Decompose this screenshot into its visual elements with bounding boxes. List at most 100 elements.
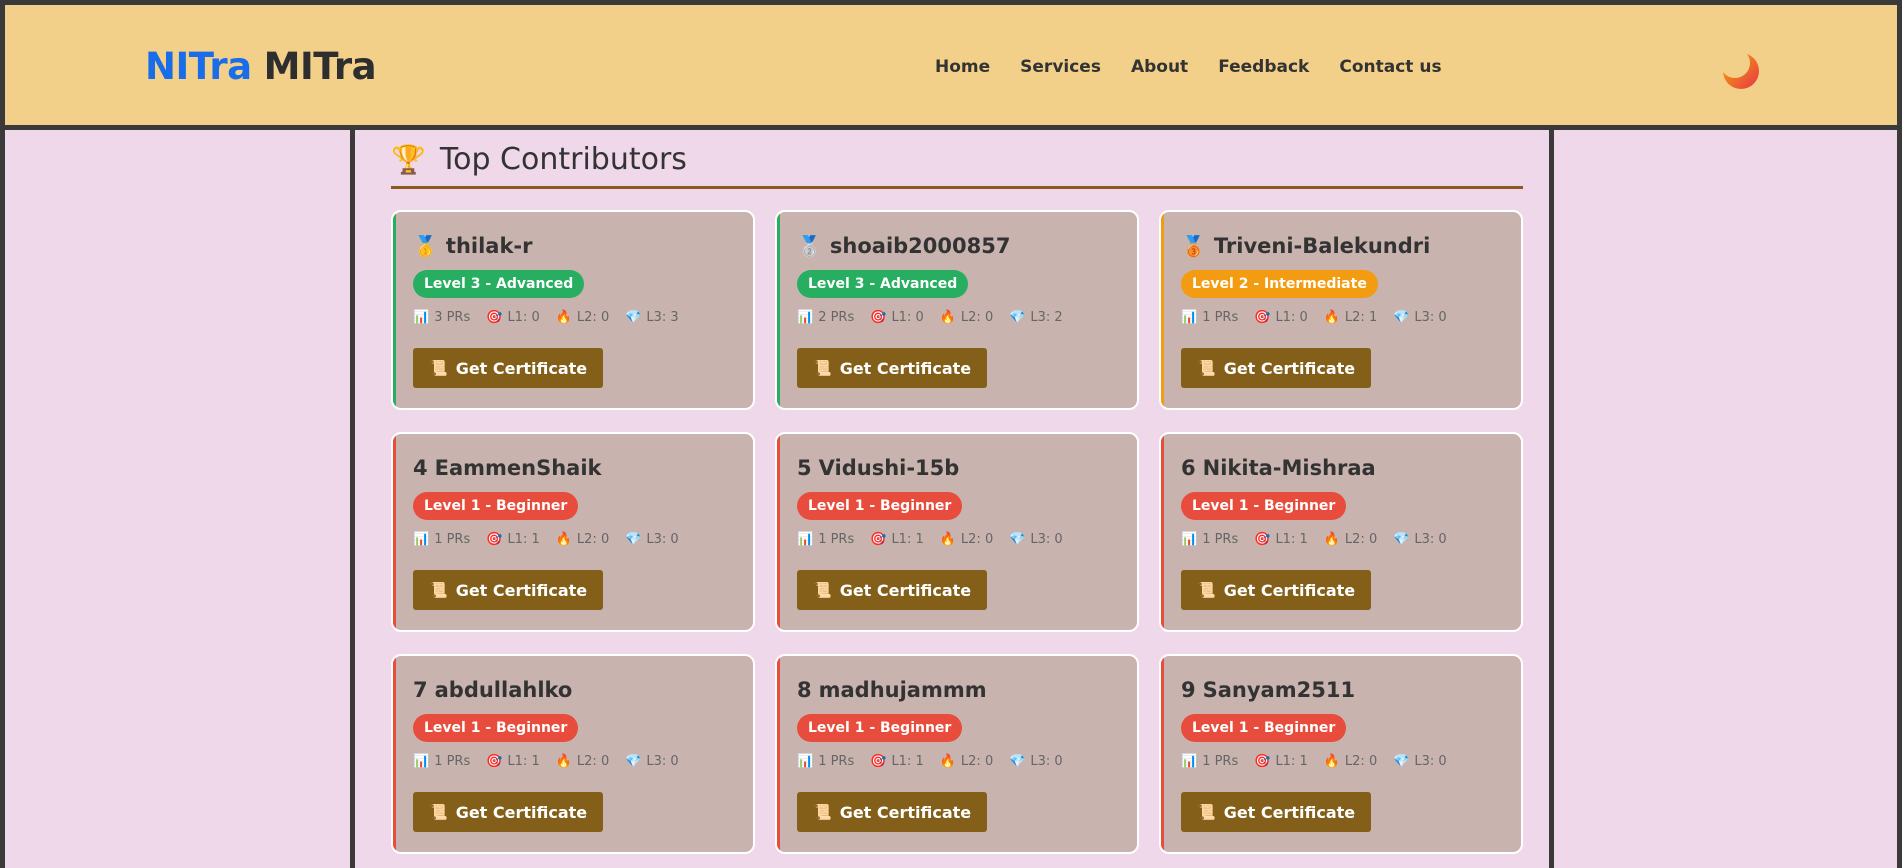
nav-contact[interactable]: Contact us (1339, 57, 1441, 77)
pr-count: 1 PRs (1202, 754, 1239, 769)
pr-count: 1 PRs (818, 532, 855, 547)
get-certificate-button[interactable]: 📜 Get Certificate (413, 792, 604, 832)
level2-count: L2: 1 (1344, 310, 1378, 325)
diamond-icon: 💎 (1393, 532, 1410, 547)
diamond-icon: 💎 (1009, 532, 1026, 547)
get-certificate-label: Get Certificate (839, 802, 972, 822)
fire-icon: 🔥 (555, 532, 572, 547)
dark-mode-toggle-icon[interactable] (1721, 51, 1761, 91)
level1-count: L1: 1 (891, 754, 924, 769)
diamond-icon: 💎 (1393, 310, 1410, 325)
fire-icon: 🔥 (1323, 532, 1340, 547)
contributor-name-row: 6 Nikita-Mishraa (1181, 454, 1501, 482)
get-certificate-button[interactable]: 📜 Get Certificate (413, 570, 604, 610)
bar-chart-icon: 📊 (413, 754, 430, 769)
level3-count: L3: 0 (1030, 754, 1063, 769)
level-badge: Level 3 - Advanced (797, 270, 969, 298)
contributor-rank: 7 (413, 678, 428, 702)
contributor-name-row: 🥇 thilak-r (413, 232, 733, 260)
get-certificate-button[interactable]: 📜 Get Certificate (797, 348, 988, 388)
diamond-icon: 💎 (625, 310, 642, 325)
fire-icon: 🔥 (1323, 310, 1340, 325)
level-badge: Level 1 - Beginner (413, 714, 579, 742)
certificate-icon: 📜 (429, 581, 448, 599)
fire-icon: 🔥 (939, 532, 956, 547)
level-badge: Level 1 - Beginner (1181, 714, 1347, 742)
level-badge: Level 3 - Advanced (413, 270, 585, 298)
contributor-stats: 📊 1 PRs 🎯 L1: 1 🔥 L2: 0 💎 L3: 0 (413, 532, 733, 547)
level2-count: L2: 0 (1344, 754, 1378, 769)
pr-count: 1 PRs (1202, 532, 1239, 547)
certificate-icon: 📜 (813, 359, 832, 377)
contributor-stats: 📊 2 PRs 🎯 L1: 0 🔥 L2: 0 💎 L3: 2 (797, 310, 1117, 325)
nav-home[interactable]: Home (935, 57, 990, 77)
target-icon: 🎯 (870, 754, 887, 769)
contributor-card: 8 madhujammm Level 1 - Beginner 📊 1 PRs 🎯 L1: … (775, 654, 1139, 854)
pr-count: 1 PRs (818, 754, 855, 769)
diamond-icon: 💎 (625, 532, 642, 547)
level2-count: L2: 0 (576, 310, 610, 325)
nav-about[interactable]: About (1131, 57, 1188, 77)
level1-count: L1: 1 (507, 532, 540, 547)
contributor-username: Nikita-Mishraa (1202, 456, 1376, 480)
target-icon: 🎯 (1254, 754, 1271, 769)
get-certificate-button[interactable]: 📜 Get Certificate (1181, 570, 1372, 610)
level1-count: L1: 0 (1275, 310, 1308, 325)
diamond-icon: 💎 (1009, 310, 1026, 325)
fire-icon: 🔥 (555, 310, 572, 325)
certificate-icon: 📜 (1197, 359, 1216, 377)
target-icon: 🎯 (1254, 532, 1271, 547)
main-nav: Home Services About Feedback Contact us (935, 57, 1472, 77)
level-badge: Level 1 - Beginner (797, 492, 963, 520)
section-title-text: Top Contributors (439, 142, 687, 177)
medal-icon: 🥉 (1181, 234, 1206, 258)
level3-count: L3: 3 (646, 310, 679, 325)
contributor-name-row: 4 EammenShaik (413, 454, 733, 482)
target-icon: 🎯 (870, 532, 887, 547)
nav-services[interactable]: Services (1020, 57, 1101, 77)
site-header: NITra MITra Home Services About Feedback … (0, 0, 1902, 130)
certificate-icon: 📜 (813, 581, 832, 599)
get-certificate-button[interactable]: 📜 Get Certificate (797, 570, 988, 610)
get-certificate-label: Get Certificate (455, 358, 588, 378)
fire-icon: 🔥 (1323, 754, 1340, 769)
level1-count: L1: 0 (507, 310, 540, 325)
level3-count: L3: 0 (646, 532, 679, 547)
medal-icon: 🥇 (413, 234, 438, 258)
contributor-rank: 4 (413, 456, 428, 480)
get-certificate-label: Get Certificate (1223, 802, 1356, 822)
get-certificate-label: Get Certificate (1223, 358, 1356, 378)
contributor-card: 9 Sanyam2511 Level 1 - Beginner 📊 1 PRs 🎯 L1: … (1159, 654, 1523, 854)
contributor-stats: 📊 1 PRs 🎯 L1: 0 🔥 L2: 1 💎 L3: 0 (1181, 310, 1501, 325)
nav-feedback[interactable]: Feedback (1218, 57, 1309, 77)
target-icon: 🎯 (486, 754, 503, 769)
level-badge: Level 1 - Beginner (413, 492, 579, 520)
level2-count: L2: 0 (1344, 532, 1378, 547)
get-certificate-button[interactable]: 📜 Get Certificate (1181, 348, 1372, 388)
contributor-rank: 9 (1181, 678, 1196, 702)
target-icon: 🎯 (486, 310, 503, 325)
pr-count: 3 PRs (434, 310, 471, 325)
pr-count: 1 PRs (1202, 310, 1239, 325)
level2-count: L2: 0 (576, 754, 610, 769)
level1-count: L1: 1 (507, 754, 540, 769)
bar-chart-icon: 📊 (413, 532, 430, 547)
level2-count: L2: 0 (960, 532, 994, 547)
level1-count: L1: 0 (891, 310, 924, 325)
bar-chart-icon: 📊 (413, 310, 430, 325)
pr-count: 2 PRs (818, 310, 855, 325)
level3-count: L3: 0 (646, 754, 679, 769)
get-certificate-button[interactable]: 📜 Get Certificate (797, 792, 988, 832)
get-certificate-button[interactable]: 📜 Get Certificate (413, 348, 604, 388)
level-badge: Level 1 - Beginner (797, 714, 963, 742)
get-certificate-label: Get Certificate (1223, 580, 1356, 600)
get-certificate-button[interactable]: 📜 Get Certificate (1181, 792, 1372, 832)
level2-count: L2: 0 (576, 532, 610, 547)
logo[interactable]: NITra MITra (145, 45, 377, 88)
get-certificate-label: Get Certificate (839, 580, 972, 600)
contributor-rank: 6 (1181, 456, 1196, 480)
certificate-icon: 📜 (429, 803, 448, 821)
contributor-name-row: 🥉 Triveni-Balekundri (1181, 232, 1501, 260)
contributor-card: 7 abdullahlko Level 1 - Beginner 📊 1 PRs 🎯 L1:… (391, 654, 755, 854)
contributor-stats: 📊 1 PRs 🎯 L1: 1 🔥 L2: 0 💎 L3: 0 (1181, 754, 1501, 769)
